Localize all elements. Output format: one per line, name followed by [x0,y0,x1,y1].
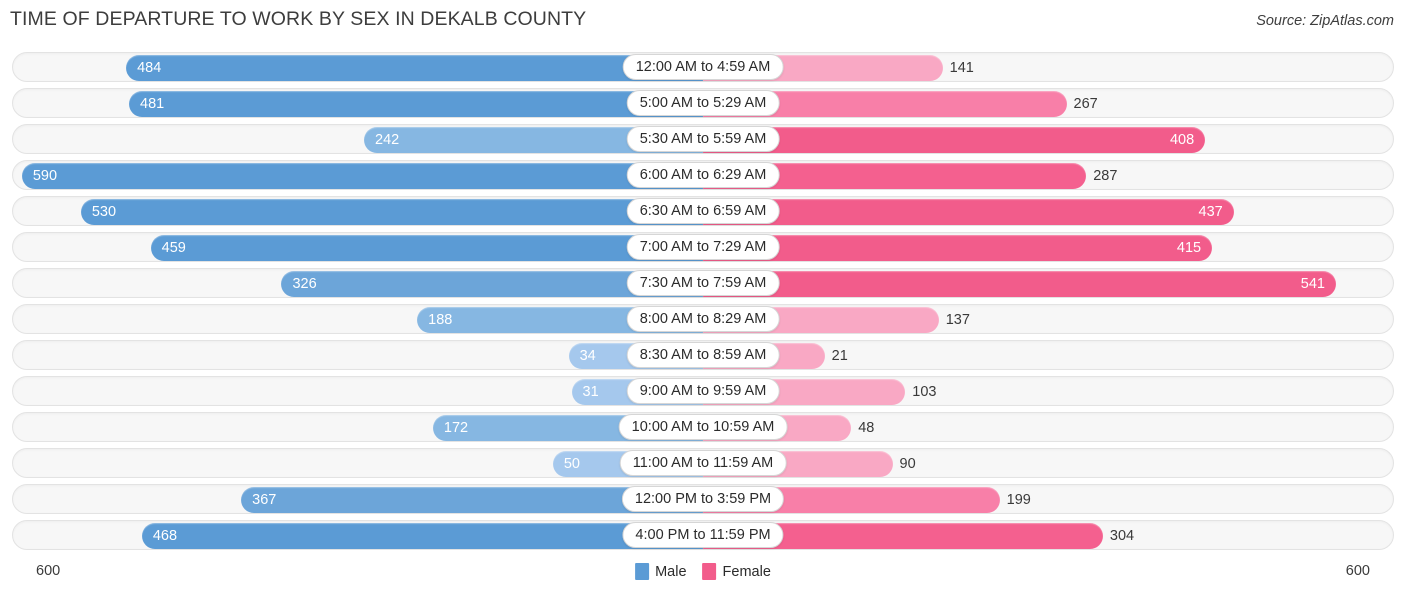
male-value-label: 459 [161,240,186,256]
male-value-label: 530 [91,204,117,220]
male-value-label: 367 [252,492,277,508]
legend-swatch-icon [635,563,650,580]
row-track: 367 199 12:00 PM to 3:59 PM [12,484,1394,514]
category-label-pill: 11:00 AM to 11:59 AM [619,450,787,476]
chart-row: 34 21 8:30 AM to 8:59 AM [0,340,1406,370]
male-value-label: 326 [292,276,317,292]
male-bar[interactable]: 481 [129,91,703,117]
female-bar[interactable]: 541 [703,271,1336,297]
axis-label-right: 600 [1345,563,1370,579]
chart-row: 484 141 12:00 AM to 4:59 AM [0,52,1406,82]
category-label-pill: 7:30 AM to 7:59 AM [626,270,780,296]
category-label-pill: 10:00 AM to 10:59 AM [618,414,788,440]
female-value-label: 267 [1073,96,1098,112]
female-value-label: 437 [1198,204,1223,220]
legend-label: Female [722,563,771,580]
source-attribution: Source: ZipAtlas.com [1256,13,1394,29]
female-bar[interactable]: 437 [703,199,1234,225]
male-bar[interactable]: 484 [126,55,703,81]
male-value-label: 172 [443,420,469,436]
page-title: TIME OF DEPARTURE TO WORK BY SEX IN DEKA… [10,8,587,30]
chart-row: 172 48 10:00 AM to 10:59 AM [0,412,1406,442]
row-track: 459 415 7:00 AM to 7:29 AM [12,232,1394,262]
male-value-label: 31 [582,384,599,400]
chart-row: 530 437 6:30 AM to 6:59 AM [0,196,1406,226]
row-track: 172 48 10:00 AM to 10:59 AM [12,412,1394,442]
row-track: 481 267 5:00 AM to 5:29 AM [12,88,1394,118]
legend-item-male[interactable]: Male [635,563,687,580]
legend-item-female[interactable]: Female [702,563,771,580]
female-value-label: 304 [1109,528,1135,544]
male-value-label: 590 [32,168,58,184]
category-label-pill: 8:00 AM to 8:29 AM [626,306,780,332]
male-value-label: 481 [140,96,165,112]
row-track: 50 90 11:00 AM to 11:59 AM [12,448,1394,478]
category-label-pill: 5:00 AM to 5:29 AM [626,90,780,116]
chart-row: 590 287 6:00 AM to 6:29 AM [0,160,1406,190]
female-value-label: 137 [945,312,970,328]
category-label-pill: 6:00 AM to 6:29 AM [626,162,780,188]
chart-row: 50 90 11:00 AM to 11:59 AM [0,448,1406,478]
female-value-label: 408 [1169,132,1195,148]
legend-swatch-icon [702,563,717,580]
category-label-pill: 6:30 AM to 6:59 AM [626,198,780,224]
chart-row: 481 267 5:00 AM to 5:29 AM [0,88,1406,118]
female-value-label: 90 [899,456,916,472]
chart-legend: Male Female [635,563,771,580]
category-label-pill: 12:00 PM to 3:59 PM [621,486,785,512]
male-value-label: 34 [579,348,596,364]
legend-label: Male [655,563,687,580]
row-track: 188 137 8:00 AM to 8:29 AM [12,304,1394,334]
row-track: 31 103 9:00 AM to 9:59 AM [12,376,1394,406]
female-value-label: 21 [831,348,848,364]
male-bar[interactable]: 530 [80,199,703,225]
female-value-label: 415 [1176,240,1202,256]
row-track: 530 437 6:30 AM to 6:59 AM [12,196,1394,226]
row-track: 242 408 5:30 AM to 5:59 AM [12,124,1394,154]
row-track: 326 541 7:30 AM to 7:59 AM [12,268,1394,298]
male-value-label: 468 [152,528,178,544]
female-value-label: 541 [1300,276,1325,292]
chart-row: 242 408 5:30 AM to 5:59 AM [0,124,1406,154]
female-value-label: 48 [858,420,875,436]
chart-rows: 484 141 12:00 AM to 4:59 AM 481 267 5:00 AM t… [0,52,1406,556]
category-label-pill: 9:00 AM to 9:59 AM [626,378,780,404]
male-value-label: 242 [375,132,400,148]
female-value-label: 287 [1093,168,1118,184]
male-bar[interactable]: 590 [21,163,703,189]
row-track: 34 21 8:30 AM to 8:59 AM [12,340,1394,370]
female-value-label: 103 [912,384,937,400]
female-value-label: 199 [1006,492,1031,508]
category-label-pill: 12:00 AM to 4:59 AM [622,54,784,80]
male-value-label: 50 [563,456,580,472]
chart-page: TIME OF DEPARTURE TO WORK BY SEX IN DEKA… [0,0,1406,595]
male-bar[interactable]: 468 [141,523,703,549]
category-label-pill: 5:30 AM to 5:59 AM [626,126,780,152]
chart-row: 468 304 4:00 PM to 11:59 PM [0,520,1406,550]
row-track: 484 141 12:00 AM to 4:59 AM [12,52,1394,82]
male-value-label: 188 [428,312,453,328]
row-track: 468 304 4:00 PM to 11:59 PM [12,520,1394,550]
chart-row: 459 415 7:00 AM to 7:29 AM [0,232,1406,262]
chart-row: 188 137 8:00 AM to 8:29 AM [0,304,1406,334]
female-bar[interactable]: 415 [703,235,1213,261]
chart-row: 326 541 7:30 AM to 7:59 AM [0,268,1406,298]
category-label-pill: 4:00 PM to 11:59 PM [622,522,784,548]
male-value-label: 484 [137,60,162,76]
row-track: 590 287 6:00 AM to 6:29 AM [12,160,1394,190]
category-label-pill: 8:30 AM to 8:59 AM [626,342,780,368]
chart-row: 31 103 9:00 AM to 9:59 AM [0,376,1406,406]
male-bar[interactable]: 459 [150,235,703,261]
axis-label-left: 600 [36,563,61,579]
category-label-pill: 7:00 AM to 7:29 AM [626,234,780,260]
chart-row: 367 199 12:00 PM to 3:59 PM [0,484,1406,514]
female-value-label: 141 [949,60,974,76]
